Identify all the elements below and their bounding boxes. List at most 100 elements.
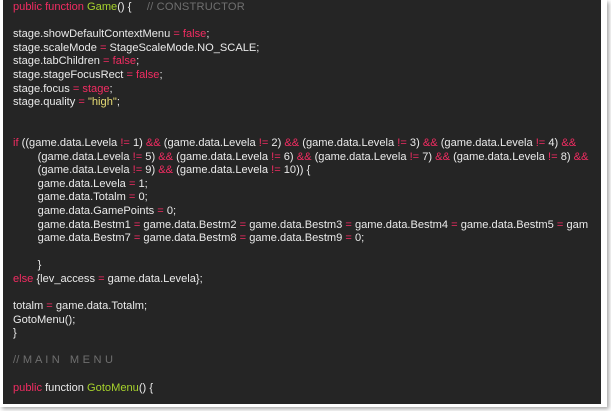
code-text: game.data.Bestm8 [140,232,240,245]
code-line: if ((game.data.Levela != 1) && (game.dat… [13,137,588,151]
code-text: game.data.GamePoints [13,204,158,217]
operator-token: != [120,136,130,149]
keyword-token: stage [82,82,110,95]
code-text: game.data.Bestm4 [351,218,452,231]
code-line: public function Game() { // CONSTRUCTOR [13,1,588,15]
code-line: totalm = game.data.Totalm; [13,300,588,314]
function-name: GotoMenu [87,381,139,394]
operator-token: != [548,150,558,163]
code-text: GotoMenu(); [13,313,76,326]
operator-token: != [132,150,143,163]
operator-token: && [158,164,174,177]
screenshot-frame: public function Game() { // CONSTRUCTOR s… [0,0,607,407]
code-text: 0; [163,204,177,217]
code-text: game.data.Bestm9 [246,232,346,245]
code-line: game.data.GamePoints = 0; [13,205,588,219]
operator-token: && [284,136,300,149]
code-text: } [13,327,17,340]
string-literal: "high" [87,96,117,109]
code-line: public function GotoMenu() { [13,382,588,396]
keyword-token: false [136,68,160,81]
code-text: stage.showDefaultContextMenu [13,28,174,41]
code-line: stage.tabChildren = false; [13,55,588,69]
operator-token: && [422,136,438,149]
code-text: game.data.Bestm1 [13,218,134,231]
code-line: game.data.Totalm = 0; [13,191,588,205]
code-text: 3) [406,136,423,149]
comment-token: // M A I N M E N U [13,354,114,367]
keyword-token: false [112,55,137,68]
code-text: (game.data.Levela [173,150,272,163]
operator-token: != [397,136,407,149]
code-line: stage.quality = "high"; [13,96,588,110]
code-text: 8) [557,150,574,163]
code-text: stage.focus [13,82,73,95]
operator-token: != [132,164,143,177]
code-line: (game.data.Levela != 9) && (game.data.Le… [13,164,588,178]
code-text: ; [159,68,163,81]
operator-token: != [258,136,269,149]
code-text: 9) [142,164,159,177]
code-text: (game.data.Levela [13,150,133,163]
code-text: 0; [135,191,148,204]
code-text: 4) [545,136,562,149]
code-text: (game.data.Levela [311,150,410,163]
operator-token: != [271,164,281,177]
code-line: GotoMenu(); [13,314,588,328]
code-text: game.data.Bestm7 [13,232,134,245]
code-text: 2) [268,136,285,149]
code-text: ; [206,28,210,41]
code-text: (game.data.Levela [160,136,259,149]
code-text: ; [109,82,113,95]
code-text: stage.scaleMode [13,41,100,54]
code-text: () { [138,381,154,394]
code-block: public function Game() { // CONSTRUCTOR s… [13,1,588,395]
keyword-token: public [13,381,42,394]
code-line: } [13,327,588,341]
operator-token: != [271,150,281,163]
code-text: 1) [129,136,146,149]
code-line: game.data.Levela = 1; [13,178,588,192]
code-text: (game.data.Levela [13,164,133,177]
function-name: Game [87,1,118,13]
code-text: game.data.Bestm3 [246,218,346,231]
code-text: function [42,381,88,394]
keyword-token: false [182,28,207,41]
code-text: gam [563,218,589,231]
code-text: stage.stageFocusRect [13,68,127,81]
code-line: } [13,259,588,273]
code-text: 6) [280,150,297,163]
code-line: game.data.Bestm7 = game.data.Bestm8 = ga… [13,232,588,246]
operator-token: && [158,150,174,163]
comment-token: // CONSTRUCTOR [146,1,245,13]
keyword-token: public function [13,1,88,13]
code-text: game.data.Totalm [13,191,129,204]
operator-token: && [145,136,161,149]
code-text: ((game.data.Levela [18,136,121,149]
code-text: game.data.Totalm; [52,300,148,313]
code-line: stage.showDefaultContextMenu = false; [13,28,588,42]
code-text: game.data.Levela [13,177,129,190]
code-text: 0; [351,232,365,245]
code-text: stage.tabChildren [13,55,104,68]
code-line: stage.scaleMode = StageScaleMode.NO_SCAL… [13,42,588,56]
code-text: (game.data.Levela [173,164,272,177]
code-editor[interactable]: public function Game() { // CONSTRUCTOR s… [3,0,601,404]
code-text: StageScaleMode.NO_SCALE; [106,41,260,54]
code-text: ; [116,96,120,109]
operator-token: && [561,136,577,149]
operator-token: && [435,150,450,163]
code-text: 7) [419,150,436,163]
keyword-token: else [13,272,34,285]
code-line: else {lev_access = game.data.Levela}; [13,273,588,287]
code-text: {lev_access [33,272,99,285]
operator-token: && [296,150,312,163]
code-text: () { [117,1,147,13]
code-text: totalm [13,300,47,313]
code-text: } [13,259,42,272]
